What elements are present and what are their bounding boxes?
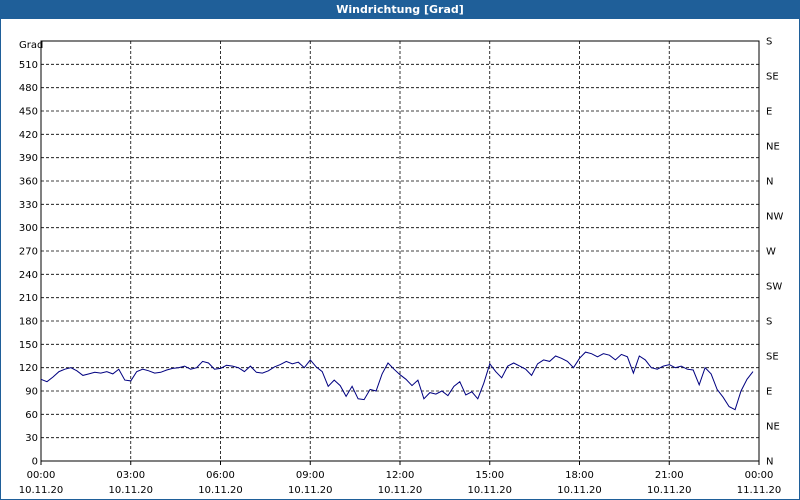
y-tick-label: 120: [19, 363, 38, 374]
y2-tick-label: E: [766, 107, 772, 118]
y-tick-label: 420: [19, 130, 38, 141]
chart-area: Grad 0 30 60 90 120 150 180 210 240 270 300 330 360 3…: [19, 37, 784, 497]
x-tick-date: 10.11.20: [647, 485, 692, 496]
y-tick-label: 270: [19, 247, 38, 258]
y-tick-label: 150: [19, 340, 38, 351]
y-tick-label: 30: [25, 433, 38, 444]
y2-tick-label: NE: [766, 422, 780, 433]
y-tick-label: 450: [19, 107, 38, 118]
y-tick-label: 180: [19, 317, 38, 328]
x-tick-time: 15:00: [475, 470, 504, 481]
x-tick-time: 00:00: [27, 470, 56, 481]
chart-window: Windrichtung [Grad] Grad 0 30 60 90 120 150 18…: [0, 0, 800, 500]
y-tick-label: 210: [19, 293, 38, 304]
y-tick-label: 510: [19, 60, 38, 71]
x-tick-date: 10.11.20: [557, 485, 602, 496]
y-tick-label: 0: [32, 457, 38, 468]
x-tick-time: 12:00: [386, 470, 415, 481]
y2-tick-label: E: [766, 387, 772, 398]
y2-tick-label: N: [766, 177, 773, 188]
y-tick-label: 480: [19, 83, 38, 94]
x-tick-date: 11.11.20: [737, 485, 782, 496]
x-tick-date: 10.11.20: [288, 485, 333, 496]
y-tick-label: 390: [19, 153, 38, 164]
x-tick-date: 10.11.20: [198, 485, 243, 496]
x-tick-date: 10.11.20: [467, 485, 512, 496]
y2-tick-label: S: [766, 37, 772, 48]
y2-tick-label: SE: [766, 72, 779, 83]
window-title: Windrichtung [Grad]: [1, 1, 799, 19]
x-tick-time: 21:00: [655, 470, 684, 481]
y2-tick-label: NW: [766, 212, 783, 223]
y2-tick-label: W: [766, 247, 776, 258]
x-tick-time: 03:00: [116, 470, 145, 481]
x-tick-time: 18:00: [565, 470, 594, 481]
y2-tick-label: SW: [766, 282, 782, 293]
y2-tick-label: NE: [766, 142, 780, 153]
y-tick-label: 240: [19, 270, 38, 281]
x-tick-date: 10.11.20: [108, 485, 153, 496]
y-tick-label: 360: [19, 177, 38, 188]
y2-tick-label: N: [766, 457, 773, 468]
y2-tick-label: S: [766, 317, 772, 328]
y-tick-label: 300: [19, 223, 38, 234]
x-tick-time: 06:00: [206, 470, 235, 481]
y-axis-label: Grad: [19, 40, 43, 51]
y-tick-label: 90: [25, 387, 38, 398]
x-tick-date: 10.11.20: [378, 485, 423, 496]
y-tick-label: 330: [19, 200, 38, 211]
x-tick-time: 09:00: [296, 470, 325, 481]
x-tick-time: 00:00: [745, 470, 774, 481]
x-tick-date: 10.11.20: [19, 485, 64, 496]
y2-tick-label: SE: [766, 352, 779, 363]
y-tick-label: 60: [25, 410, 38, 421]
